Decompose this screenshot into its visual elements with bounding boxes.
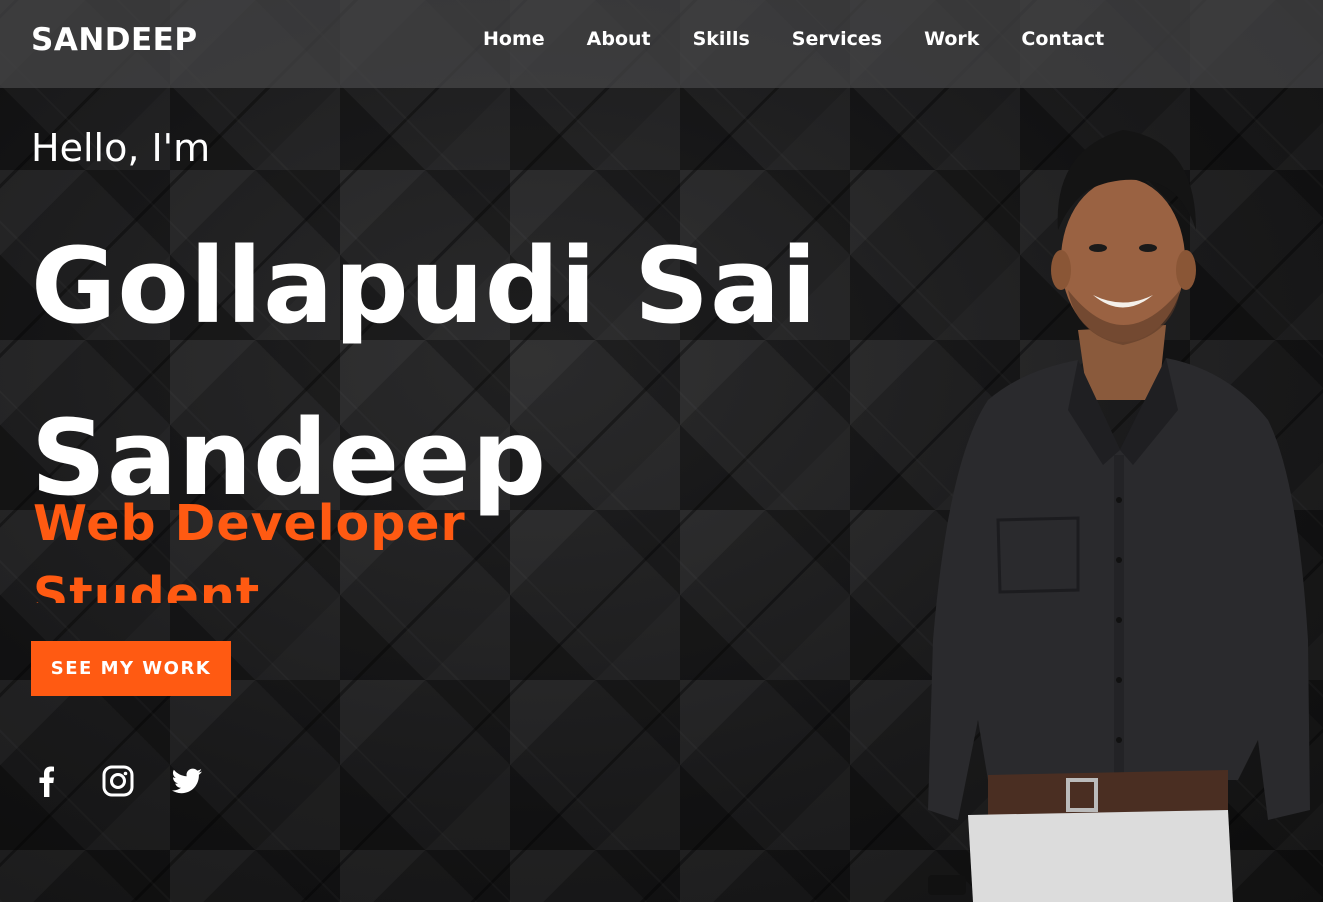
- nav-link-contact[interactable]: Contact: [1021, 28, 1104, 50]
- nav-link-skills[interactable]: Skills: [693, 28, 750, 50]
- instagram-icon[interactable]: [100, 763, 136, 799]
- profile-photo: [928, 130, 1310, 902]
- hero-name-line-2: Sandeep: [31, 397, 548, 519]
- social-links: [31, 763, 238, 799]
- facebook-icon[interactable]: [31, 763, 67, 799]
- nav-link-work[interactable]: Work: [924, 28, 979, 50]
- hero-greeting: Hello, I'm: [31, 126, 211, 170]
- hero-name: Gollapudi Sai Sandeep: [31, 200, 851, 544]
- site-logo[interactable]: SANDEEP: [31, 22, 198, 58]
- site-header: SANDEEP Home About Skills Services Work …: [0, 0, 1323, 88]
- see-my-work-button[interactable]: SEE MY WORK: [31, 641, 231, 696]
- nav-link-home[interactable]: Home: [483, 28, 545, 50]
- nav-link-services[interactable]: Services: [792, 28, 882, 50]
- twitter-icon[interactable]: [169, 763, 205, 799]
- hero-name-line-1: Gollapudi Sai: [31, 225, 818, 347]
- nav-link-about[interactable]: About: [587, 28, 651, 50]
- role-text: Student: [33, 567, 261, 603]
- main-nav: Home About Skills Services Work Contact: [483, 28, 1146, 50]
